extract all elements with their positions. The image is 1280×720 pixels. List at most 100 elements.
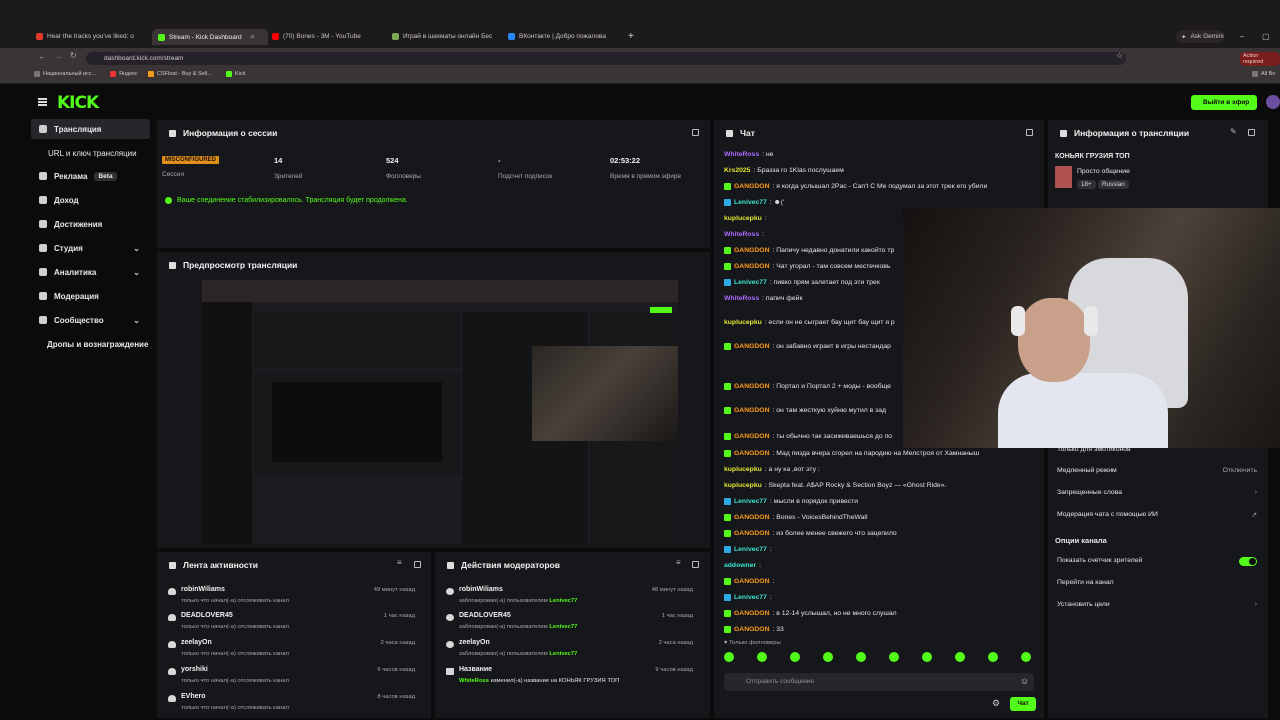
emote-icon[interactable] [922,652,932,662]
username[interactable]: yorshiki [181,666,208,673]
viewer-count-row[interactable]: Показать счетчик зрителей [1057,557,1257,571]
bookmark-star-icon[interactable]: ☆ [1116,51,1123,60]
username[interactable]: robinWiliams [181,586,225,593]
sidebar-item-url-key[interactable]: URL и ключ трансляции [31,143,150,163]
emote-icon[interactable] [823,652,833,662]
go-to-channel-row[interactable]: Перейти на канал [1057,579,1257,593]
chat-username[interactable]: kuplucepku [724,319,762,326]
ask-gemini-button[interactable]: ✦ Ask Gemini [1176,30,1224,43]
chat-username[interactable]: GANGDON [734,263,770,270]
avatar[interactable] [1266,95,1280,109]
pencil-icon[interactable]: ✎ [1230,127,1237,136]
chat-username[interactable]: Lenivec77 [734,546,767,553]
tab-kick-dashboard[interactable]: Stream - Kick Dashboard ✕ [152,29,268,45]
stream-preview-video[interactable] [202,280,678,544]
back-icon[interactable]: ← [38,52,46,61]
forward-icon[interactable]: → [54,52,62,61]
chat-username[interactable]: GANGDON [734,514,770,521]
chat-username[interactable]: GANGDON [734,433,770,440]
category-thumbnail[interactable] [1055,166,1072,188]
popout-icon[interactable] [1248,129,1255,136]
send-chat-button[interactable]: Чат [1010,697,1036,711]
emote-icon[interactable] [790,652,800,662]
username[interactable]: zeelayOn [459,639,490,646]
chat-username[interactable]: GANGDON [734,450,770,457]
username[interactable]: DEADLOVER45 [459,612,511,619]
popout-icon[interactable] [414,561,421,568]
chat-username[interactable]: Lenivec77 [734,498,767,505]
username[interactable]: DEADLOVER45 [181,612,233,619]
emoji-icon[interactable]: ☺ [1020,676,1029,686]
chat-username[interactable]: kuplucepku [724,466,762,473]
new-tab-button[interactable]: + [628,30,634,43]
set-goals-row[interactable]: Установить цели › [1057,601,1257,615]
kick-logo[interactable]: KICK [57,93,99,113]
username[interactable]: robinWiliams [459,586,503,593]
filter-icon[interactable]: ≡ [676,558,683,567]
bookmark-item[interactable]: All Bo [1252,71,1275,77]
filter-icon[interactable]: ≡ [397,558,404,567]
chat-username[interactable]: GANGDON [734,383,770,390]
viewer-count-toggle[interactable] [1239,557,1257,566]
chat-username[interactable]: GANGDON [734,343,770,350]
chat-username[interactable]: Lenivec77 [734,594,767,601]
chat-username[interactable]: GANGDON [734,578,770,585]
popout-icon[interactable] [1026,129,1033,136]
sidebar-item-achievements[interactable]: Достижения [31,214,150,234]
emote-icon[interactable] [955,652,965,662]
tab-vk[interactable]: ВКонтакте | Добро пожалова [508,30,626,43]
chat-username[interactable]: kuplucepku [724,215,762,222]
row-value[interactable]: Отключить [1223,467,1257,474]
sidebar-item-studio[interactable]: Студия ⌄ [31,238,150,258]
close-tab-icon[interactable]: ✕ [250,33,255,41]
minimize-button[interactable]: – [1240,30,1244,43]
bookmark-item[interactable]: CSFloat - Buy & Sell... [148,71,212,77]
bookmark-item[interactable]: Национальный исс... [34,71,96,77]
chat-username[interactable]: WhiteRoss [724,151,759,158]
username[interactable]: zeelayOn [181,639,212,646]
chat-username[interactable]: GANGDON [734,407,770,414]
emote-icon[interactable] [889,652,899,662]
sidebar-item-moderation[interactable]: Модерация [31,286,150,306]
chat-username[interactable]: WhiteRoss [724,231,759,238]
chat-username[interactable]: Lenivec77 [734,199,767,206]
sidebar-item-analytics[interactable]: Аналитика ⌄ [31,262,150,282]
chat-message-input[interactable]: Отправить сообщение [724,673,1034,691]
username[interactable]: EVhero [181,693,206,700]
tab-youtube[interactable]: (70) Bones - 3M - YouTube [272,30,386,43]
category-name[interactable]: Просто общение [1077,168,1130,175]
url-input[interactable]: dashboard.kick.com/stream [86,52,1126,65]
bookmark-item[interactable]: Kick [226,71,245,77]
sidebar-item-income[interactable]: Доход [31,190,150,210]
emote-icon[interactable] [988,652,998,662]
chat-username[interactable]: kuplucepku [724,482,762,489]
chat-username[interactable]: addowner [724,562,756,569]
reload-icon[interactable]: ↻ [70,51,77,60]
banned-words-row[interactable]: Запрещенные слова › [1057,489,1257,503]
moderator-name[interactable]: Lenivec77 [549,624,577,630]
emote-icon[interactable] [757,652,767,662]
sidebar-item-drops[interactable]: Дропы и вознаграждение [31,334,150,354]
chat-username[interactable]: Lenivec77 [734,279,767,286]
slow-mode-row[interactable]: Медленный режим Отключить [1057,467,1257,481]
sidebar-item-ads[interactable]: Реклама Beta [31,166,150,186]
chat-username[interactable]: GANGDON [734,183,770,190]
chat-username[interactable]: GANGDON [734,626,770,633]
moderator-name[interactable]: WhiteRoss [459,678,489,684]
go-live-button[interactable]: Выйти в эфир [1191,95,1257,110]
ai-moderation-row[interactable]: Модерация чата с помощью ИИ ↗ [1057,511,1257,525]
chat-username[interactable]: GANGDON [734,610,770,617]
moderator-name[interactable]: Lenivec77 [549,598,577,604]
maximize-button[interactable]: ▢ [1262,30,1270,43]
tab-soundcloud[interactable]: Hear the tracks you've liked: o [36,30,146,43]
sidebar-item-community[interactable]: Сообщество ⌄ [31,310,150,330]
bookmark-item[interactable]: Яндекс [110,71,138,77]
popout-icon[interactable] [692,561,699,568]
popout-icon[interactable] [692,129,699,136]
chat-username[interactable]: GANGDON [734,247,770,254]
emote-icon[interactable] [1021,652,1031,662]
chat-username[interactable]: Krs2025 [724,167,750,174]
action-required-badge[interactable]: Action required [1240,52,1280,66]
gear-icon[interactable]: ⚙ [992,698,1000,709]
sidebar-item-stream[interactable]: Трансляция [31,119,150,139]
